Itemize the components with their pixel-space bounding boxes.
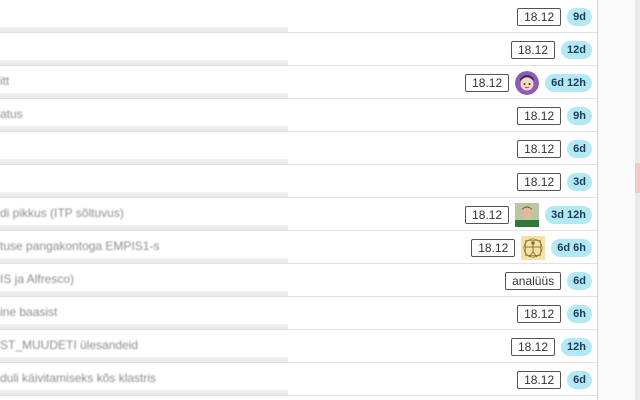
task-title: IS ja Alfresco)	[0, 272, 75, 286]
age-badge: 6d 12h	[545, 73, 592, 92]
task-meta: 18.12 9h	[517, 99, 592, 132]
row-shadow	[0, 60, 288, 65]
age-badge: 9d	[567, 7, 592, 26]
task-meta: 18.12 6d	[517, 132, 592, 165]
photo-user-icon[interactable]	[515, 202, 540, 227]
age-badge: 9h	[567, 106, 592, 125]
status-badge: analüüs	[505, 271, 562, 290]
task-meta: 18.12 6h	[517, 297, 592, 330]
vitruvian-user-icon[interactable]	[521, 235, 546, 260]
task-row[interactable]: 18.12 9d	[0, 0, 597, 33]
task-title: ST_MUUDETI ülesandeid	[0, 338, 139, 352]
task-row[interactable]: 18.12 6d	[0, 132, 597, 165]
adjacent-column-marker	[635, 163, 640, 193]
task-row[interactable]: di pikkus (ITP sõltuvus) 18.12 3d 12h	[0, 198, 597, 231]
task-title: di pikkus (ITP sõltuvus)	[0, 206, 124, 220]
age-badge: 6d 6h	[551, 238, 592, 257]
cartoon-user-icon[interactable]	[515, 70, 540, 95]
task-meta: 18.12 6d	[517, 363, 592, 396]
task-meta: 18.12 3d 12h	[465, 198, 592, 231]
row-shadow	[0, 390, 288, 395]
task-row[interactable]: duli käivitamiseks kõs klastris 18.12 6d	[0, 363, 597, 396]
task-meta: 18.12 12h	[511, 330, 592, 363]
task-title: ine baasist	[0, 305, 58, 319]
task-title: atus	[0, 107, 23, 121]
due-date-badge: 18.12	[517, 139, 562, 158]
age-badge: 6d	[567, 271, 592, 290]
due-date-badge: 18.12	[511, 40, 556, 59]
row-shadow	[0, 291, 288, 296]
row-shadow	[0, 225, 288, 230]
row-shadow	[0, 93, 288, 98]
due-date-badge: 18.12	[517, 370, 562, 389]
task-row[interactable]: 18.12 12d	[0, 33, 597, 66]
task-row[interactable]: IS ja Alfresco) analüüs 6d	[0, 264, 597, 297]
task-list-panel: 18.12 9d 18.12 12d itt 18.12 6d 12h atus…	[0, 0, 598, 400]
due-date-badge: 18.12	[471, 238, 516, 257]
age-badge: 12h	[561, 337, 592, 356]
task-row[interactable]: itt 18.12 6d 12h	[0, 66, 597, 99]
task-row[interactable]: atus 18.12 9h	[0, 99, 597, 132]
age-badge: 6h	[567, 304, 592, 323]
row-shadow	[0, 357, 288, 362]
task-title: itt	[0, 74, 10, 88]
age-badge: 3d	[567, 172, 592, 191]
row-shadow	[0, 27, 288, 32]
task-row[interactable]: tuse pangakontoga EMPIS1-s 18.12 6d 6h	[0, 231, 597, 264]
due-date-badge: 18.12	[465, 205, 510, 224]
due-date-badge: 18.12	[517, 304, 562, 323]
task-row[interactable]: ine baasist 18.12 6h	[0, 297, 597, 330]
due-date-badge: 18.12	[517, 106, 562, 125]
due-date-badge: 18.12	[517, 172, 562, 191]
task-meta: 18.12 9d	[517, 0, 592, 33]
row-shadow	[0, 192, 288, 197]
row-shadow	[0, 159, 288, 164]
task-title: tuse pangakontoga EMPIS1-s	[0, 239, 160, 253]
due-date-badge: 18.12	[511, 337, 556, 356]
task-row[interactable]: 18.12 3d	[0, 165, 597, 198]
age-badge: 6d	[567, 370, 592, 389]
adjacent-column-edge	[635, 0, 640, 400]
task-meta: 18.12 3d	[517, 165, 592, 198]
task-row[interactable]: ST_MUUDETI ülesandeid 18.12 12h	[0, 330, 597, 363]
due-date-badge: 18.12	[517, 7, 562, 26]
due-date-badge: 18.12	[465, 73, 510, 92]
row-shadow	[0, 258, 288, 263]
age-badge: 12d	[561, 40, 592, 59]
age-badge: 3d 12h	[545, 205, 592, 224]
age-badge: 6d	[567, 139, 592, 158]
task-meta: 18.12 6d 12h	[465, 66, 592, 99]
task-meta: 18.12 6d 6h	[471, 231, 592, 264]
adjacent-column-gutter	[598, 0, 640, 400]
task-meta: 18.12 12d	[511, 33, 592, 66]
row-shadow	[0, 324, 288, 329]
task-meta: analüüs 6d	[505, 264, 592, 297]
row-shadow	[0, 126, 288, 131]
task-title: duli käivitamiseks kõs klastris	[0, 371, 157, 385]
